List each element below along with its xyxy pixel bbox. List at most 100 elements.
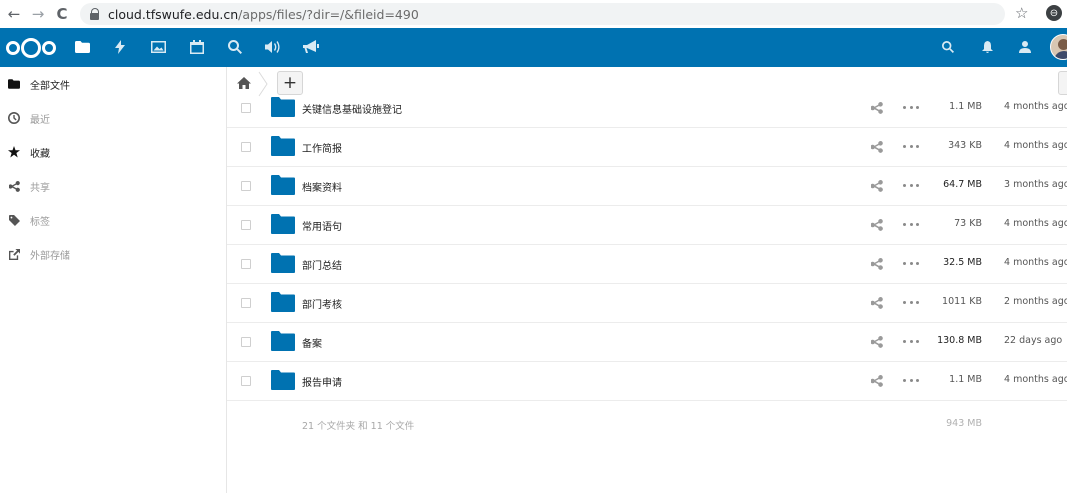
forward-button[interactable]: → [26,0,50,28]
sidebar-item-recent[interactable]: 最近 [0,101,226,135]
file-name[interactable]: 部门总结 [302,257,342,272]
folder-icon [271,331,295,351]
bookmark-star-icon[interactable]: ☆ [1015,4,1028,22]
browser-toolbar: ← → C cloud.tfswufe.edu.cn/apps/files/?d… [0,0,1067,28]
contacts-icon[interactable] [1014,36,1036,58]
table-row[interactable]: 档案资料 64.7 MB 3 months ago [227,167,1067,206]
sidebar-item-external-storage[interactable]: 外部存储 [0,237,226,271]
file-modified: 3 months ago [1004,179,1067,190]
file-name[interactable]: 工作简报 [302,140,342,155]
sidebar-item-label: 外部存储 [30,250,70,262]
file-modified: 4 months ago [1004,257,1067,268]
file-name[interactable]: 报告申请 [302,374,342,389]
share-icon[interactable] [871,375,883,387]
sidebar-item-all-files[interactable]: 全部文件 [0,67,226,101]
star-icon [8,146,20,158]
summary-count: 21 个文件夹 和 11 个文件 [302,421,415,432]
audio-icon[interactable] [262,36,284,58]
file-list: 关键信息基础设施登记 1.1 MB 4 months ago 工作简报 343 … [227,89,1067,445]
row-checkbox[interactable] [241,181,251,191]
more-actions-icon[interactable] [903,140,919,152]
table-row[interactable]: 报告申请 1.1 MB 4 months ago [227,362,1067,401]
tag-icon [8,214,20,226]
folder-icon [271,214,295,234]
share-icon[interactable] [871,102,883,114]
search-icon[interactable] [224,36,246,58]
file-modified: 4 months ago [1004,218,1067,229]
external-icon [8,248,20,260]
file-modified: 4 months ago [1004,101,1067,112]
table-row[interactable]: 备案 130.8 MB 22 days ago [227,323,1067,362]
reload-button[interactable]: C [50,0,74,28]
share-icon [8,180,20,192]
more-actions-icon[interactable] [903,257,919,269]
app-header [0,28,1067,67]
table-row[interactable]: 部门总结 32.5 MB 4 months ago [227,245,1067,284]
more-actions-icon[interactable] [903,218,919,230]
sidebar-item-label: 全部文件 [30,80,70,92]
file-name[interactable]: 备案 [302,335,322,350]
table-row[interactable]: 部门考核 1011 KB 2 months ago [227,284,1067,323]
share-icon[interactable] [871,219,883,231]
photos-icon[interactable] [147,36,169,58]
row-checkbox[interactable] [241,103,251,113]
announcements-icon[interactable] [300,36,322,58]
share-icon[interactable] [871,336,883,348]
sidebar-item-shared[interactable]: 共享 [0,169,226,203]
user-avatar[interactable] [1050,34,1067,60]
browser-profile-icon[interactable]: ⊖ [1046,5,1062,21]
forward-arrow-icon: → [31,5,45,23]
more-actions-icon[interactable] [903,296,919,308]
row-checkbox[interactable] [241,259,251,269]
share-icon[interactable] [871,180,883,192]
sidebar: 全部文件 最近 收藏 共享 标签 外部存储 [0,67,227,493]
file-size: 1.1 MB [949,374,982,385]
summary-total-size: 943 MB [946,418,982,429]
files-icon[interactable] [71,36,93,58]
share-icon[interactable] [871,258,883,270]
row-checkbox[interactable] [241,298,251,308]
row-checkbox[interactable] [241,142,251,152]
file-name[interactable]: 常用语句 [302,218,342,233]
more-actions-icon[interactable] [903,335,919,347]
file-size: 64.7 MB [943,179,982,190]
file-size: 1.1 MB [949,101,982,112]
reload-icon: C [56,5,68,23]
row-checkbox[interactable] [241,220,251,230]
table-row[interactable]: 关键信息基础设施登记 1.1 MB 4 months ago [227,89,1067,128]
sidebar-item-label: 共享 [30,182,50,194]
calendar-icon[interactable] [186,36,208,58]
header-search-icon[interactable] [937,36,959,58]
share-icon[interactable] [871,297,883,309]
file-name[interactable]: 关键信息基础设施登记 [302,101,402,116]
activity-icon[interactable] [109,36,131,58]
more-actions-icon[interactable] [903,101,919,113]
sidebar-item-label: 最近 [30,114,50,126]
folder-icon [271,136,295,156]
folder-icon [271,253,295,273]
table-row[interactable]: 常用语句 73 KB 4 months ago [227,206,1067,245]
row-checkbox[interactable] [241,337,251,347]
back-button[interactable]: ← [2,0,26,28]
profile-glyph: ⊖ [1049,7,1059,19]
file-size: 32.5 MB [943,257,982,268]
file-size: 343 KB [948,140,982,151]
file-name[interactable]: 部门考核 [302,296,342,311]
share-icon[interactable] [871,141,883,153]
file-name[interactable]: 档案资料 [302,179,342,194]
sidebar-item-label: 标签 [30,216,50,228]
sidebar-item-tags[interactable]: 标签 [0,203,226,237]
notifications-icon[interactable] [976,36,998,58]
sidebar-item-favorites[interactable]: 收藏 [0,135,226,169]
back-arrow-icon: ← [7,5,21,23]
more-actions-icon[interactable] [903,179,919,191]
table-row[interactable]: 工作简报 343 KB 4 months ago [227,128,1067,167]
folder-icon [271,370,295,390]
home-icon[interactable] [237,76,251,90]
row-checkbox[interactable] [241,376,251,386]
nextcloud-logo[interactable] [6,38,56,58]
more-actions-icon[interactable] [903,374,919,386]
file-summary: 21 个文件夹 和 11 个文件 943 MB [227,401,1067,445]
address-bar[interactable]: cloud.tfswufe.edu.cn/apps/files/?dir=/&f… [80,3,1005,25]
file-size: 73 KB [954,218,982,229]
